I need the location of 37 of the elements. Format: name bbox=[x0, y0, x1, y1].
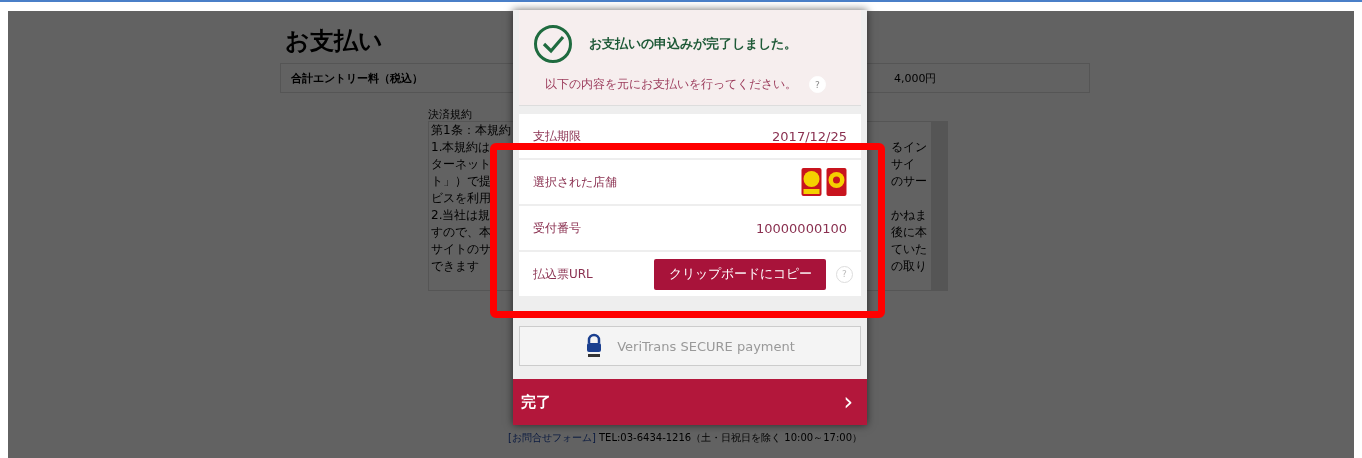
fee-value: 4,000円 bbox=[894, 70, 938, 86]
fee-label: 合計エントリー料（税込） bbox=[291, 70, 423, 86]
terms-text: ターネット bbox=[431, 157, 491, 171]
row-value: 10000000100 bbox=[756, 220, 847, 236]
terms-text: ビスを利用 bbox=[431, 191, 491, 205]
terms-text: の取り bbox=[891, 259, 927, 273]
terms-text: すので、本 bbox=[431, 225, 491, 239]
check-circle-icon bbox=[533, 24, 573, 64]
success-message: お支払いの申込みが完了しました。 bbox=[589, 35, 797, 53]
terms-heading: 決済規約 bbox=[428, 107, 472, 121]
footer-text: [お問合せフォーム] TEL:03-6434-1216（土・日祝日を除く 10:00～17:00） bbox=[508, 432, 862, 443]
terms-text: サイ bbox=[891, 157, 915, 171]
terms-text: 1.本規約は bbox=[431, 140, 491, 154]
help-icon[interactable]: ? bbox=[809, 76, 826, 93]
row-label: 選択された店舗 bbox=[533, 173, 617, 191]
terms-text: 2.当社は規 bbox=[431, 208, 491, 222]
row-label: 払込票URL bbox=[533, 265, 593, 283]
terms-text: 第1条：本規約 bbox=[431, 123, 511, 137]
terms-text: サイトのサ bbox=[431, 242, 491, 256]
terms-text: 後に本 bbox=[891, 225, 927, 239]
terms-text: できます bbox=[431, 259, 479, 273]
row-value: 2017/12/25 bbox=[772, 128, 847, 144]
terms-text: かねま bbox=[891, 208, 927, 222]
lock-icon bbox=[585, 333, 604, 359]
instruction-text: 以下の内容を元にお支払いを行ってください。 bbox=[545, 76, 797, 93]
row-label: 受付番号 bbox=[533, 219, 581, 237]
store-logo-icon bbox=[801, 168, 822, 196]
done-button[interactable]: 完了 › bbox=[513, 379, 867, 425]
row-label: 支払期限 bbox=[533, 127, 581, 145]
terms-text: のサー bbox=[891, 174, 927, 188]
store-logo-icon bbox=[826, 168, 847, 196]
copy-button[interactable]: クリップボードにコピー bbox=[654, 258, 826, 290]
terms-text: ト」）で提 bbox=[431, 174, 491, 188]
page-title: お支払い bbox=[285, 26, 383, 57]
terms-text: ていた bbox=[891, 242, 927, 256]
terms-text: るイン bbox=[891, 140, 927, 154]
secure-text: VeriTrans SECURE payment bbox=[617, 338, 795, 354]
